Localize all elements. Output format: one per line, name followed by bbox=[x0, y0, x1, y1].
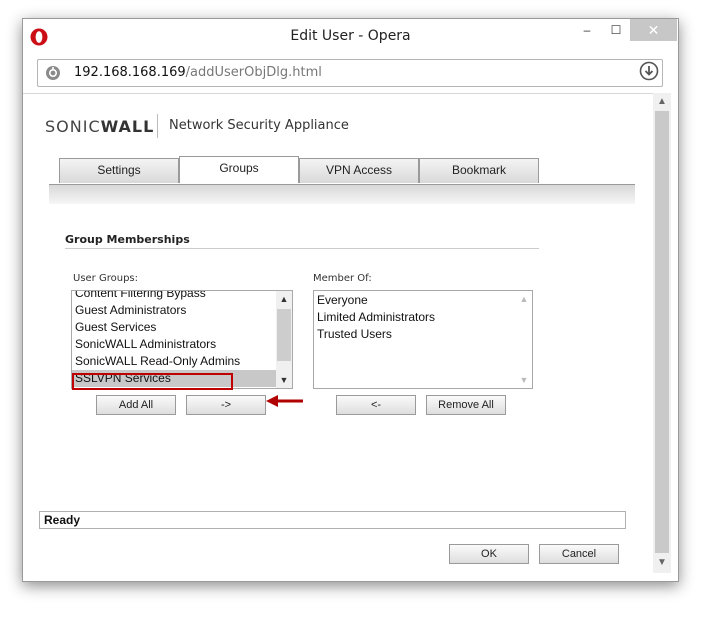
section-title: Group Memberships bbox=[65, 233, 190, 246]
scroll-down-icon[interactable]: ▼ bbox=[276, 372, 292, 388]
ok-button[interactable]: OK bbox=[449, 544, 529, 564]
download-icon[interactable] bbox=[639, 61, 659, 81]
list-item[interactable]: Limited Administrators bbox=[314, 309, 532, 326]
list-item[interactable]: SonicWALL Administrators bbox=[72, 336, 292, 353]
tab-vpn-access[interactable]: VPN Access bbox=[299, 158, 419, 183]
brand-tagline: Network Security Appliance bbox=[169, 118, 349, 133]
member-of-list[interactable]: Everyone Limited Administrators Trusted … bbox=[313, 290, 533, 389]
remove-all-button[interactable]: Remove All bbox=[426, 395, 506, 415]
scroll-down-icon[interactable]: ▼ bbox=[516, 372, 532, 388]
selection-highlight-box bbox=[72, 373, 233, 390]
site-info-icon[interactable] bbox=[45, 65, 61, 81]
red-arrow-annotation-icon bbox=[266, 395, 303, 407]
logo-part1: SONIC bbox=[45, 117, 101, 136]
page-scrollbar[interactable]: ▲ ▼ bbox=[653, 93, 671, 573]
brand-divider bbox=[157, 114, 158, 138]
scroll-up-icon[interactable]: ▲ bbox=[276, 291, 292, 307]
tab-groups[interactable]: Groups bbox=[179, 156, 299, 183]
scroll-up-icon[interactable]: ▲ bbox=[516, 291, 532, 307]
logo-part2: WALL bbox=[100, 117, 155, 136]
list-item[interactable]: Everyone bbox=[314, 292, 532, 309]
list-item[interactable]: Guest Administrators bbox=[72, 302, 292, 319]
remove-button[interactable]: <- bbox=[336, 395, 416, 415]
scroll-down-icon[interactable]: ▼ bbox=[653, 555, 671, 571]
title-bar: Edit User - Opera – ☐ ✕ bbox=[23, 19, 678, 56]
member-of-scrollbar[interactable]: ▲ ▼ bbox=[516, 291, 532, 388]
list-item[interactable]: Content Filtering Bypass bbox=[72, 291, 292, 302]
sonicwall-logo: SONICWALL bbox=[45, 117, 154, 136]
url-path: /addUserObjDlg.html bbox=[185, 65, 322, 80]
list-item[interactable]: Guest Services bbox=[72, 319, 292, 336]
address-bar[interactable]: 192.168.168.169/addUserObjDlg.html bbox=[37, 59, 663, 87]
tab-panel-header bbox=[49, 184, 635, 204]
section-divider bbox=[65, 248, 539, 249]
scroll-up-icon[interactable]: ▲ bbox=[653, 94, 671, 110]
member-of-label: Member Of: bbox=[313, 273, 372, 284]
address-url[interactable]: 192.168.168.169/addUserObjDlg.html bbox=[74, 65, 322, 80]
tab-settings[interactable]: Settings bbox=[59, 158, 179, 183]
minimize-button[interactable]: – bbox=[572, 19, 602, 41]
list-item[interactable]: Trusted Users bbox=[314, 326, 532, 343]
maximize-button[interactable]: ☐ bbox=[601, 19, 631, 41]
url-host: 192.168.168.169 bbox=[74, 65, 186, 80]
add-all-button[interactable]: Add All bbox=[96, 395, 176, 415]
close-button[interactable]: ✕ bbox=[630, 19, 677, 41]
cancel-button[interactable]: Cancel bbox=[539, 544, 619, 564]
browser-window: Edit User - Opera – ☐ ✕ 192.168.168.169/… bbox=[22, 18, 679, 582]
user-groups-label: User Groups: bbox=[73, 273, 138, 284]
page-content: SONICWALL Network Security Appliance Set… bbox=[23, 93, 653, 579]
user-groups-scrollbar[interactable]: ▲ ▼ bbox=[276, 291, 292, 388]
tab-bookmark[interactable]: Bookmark bbox=[419, 158, 539, 183]
add-button[interactable]: -> bbox=[186, 395, 266, 415]
status-bar: Ready bbox=[39, 511, 626, 529]
scroll-thumb[interactable] bbox=[277, 309, 291, 361]
list-item[interactable]: SonicWALL Read-Only Admins bbox=[72, 353, 292, 370]
scroll-thumb[interactable] bbox=[655, 111, 669, 553]
